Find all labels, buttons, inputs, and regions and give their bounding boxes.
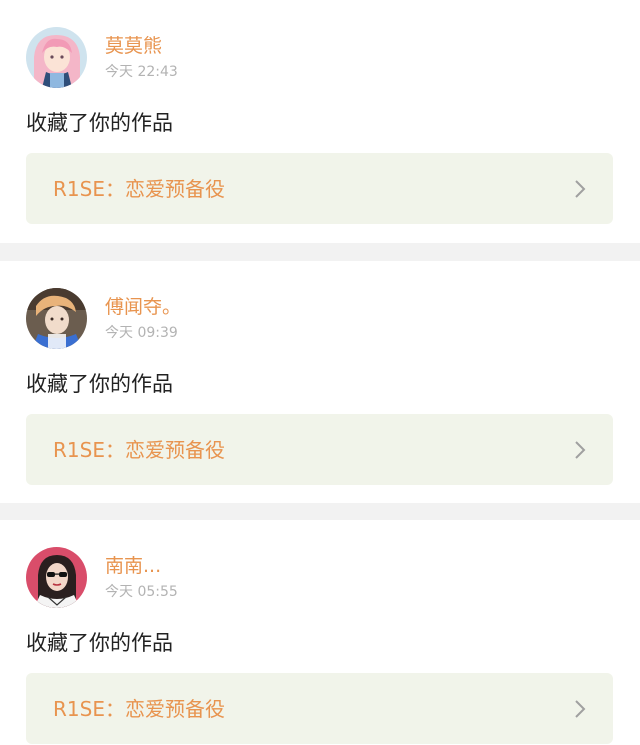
action-text: 收藏了你的作品: [26, 631, 173, 655]
user-avatar[interactable]: [26, 288, 87, 349]
notification-item: 南南... 今天 05:55 收藏了你的作品 R1SE：恋爱预备役: [0, 520, 640, 745]
action-text: 收藏了你的作品: [26, 372, 173, 396]
action-text: 收藏了你的作品: [26, 111, 173, 135]
notification-item: 傅闻夺。 今天 09:39 收藏了你的作品 R1SE：恋爱预备役: [0, 261, 640, 503]
work-title: R1SE：恋爱预备役: [53, 177, 225, 201]
notification-feed: 莫莫熊 今天 22:43 收藏了你的作品 R1SE：恋爱预备役 傅闻夺。 今天: [0, 0, 640, 745]
notification-item: 莫莫熊 今天 22:43 收藏了你的作品 R1SE：恋爱预备役: [0, 0, 640, 243]
girl-sunglasses-avatar-icon: [26, 547, 87, 608]
timestamp: 今天 05:55: [105, 584, 178, 600]
timestamp: 今天 22:43: [105, 64, 178, 80]
user-avatar[interactable]: [26, 27, 87, 88]
anime-character-avatar-icon: [26, 288, 87, 349]
work-title: R1SE：恋爱预备役: [53, 438, 225, 462]
work-link-card[interactable]: R1SE：恋爱预备役: [26, 153, 613, 224]
work-link-card[interactable]: R1SE：恋爱预备役: [26, 673, 613, 744]
anime-girl-avatar-icon: [26, 27, 87, 88]
work-link-card[interactable]: R1SE：恋爱预备役: [26, 414, 613, 485]
chevron-right-icon: [575, 180, 586, 198]
username[interactable]: 南南...: [105, 555, 161, 577]
user-avatar[interactable]: [26, 547, 87, 608]
username[interactable]: 傅闻夺。: [105, 296, 181, 318]
timestamp: 今天 09:39: [105, 325, 178, 341]
work-title: R1SE：恋爱预备役: [53, 697, 225, 721]
username[interactable]: 莫莫熊: [105, 35, 162, 57]
chevron-right-icon: [575, 700, 586, 718]
chevron-right-icon: [575, 441, 586, 459]
